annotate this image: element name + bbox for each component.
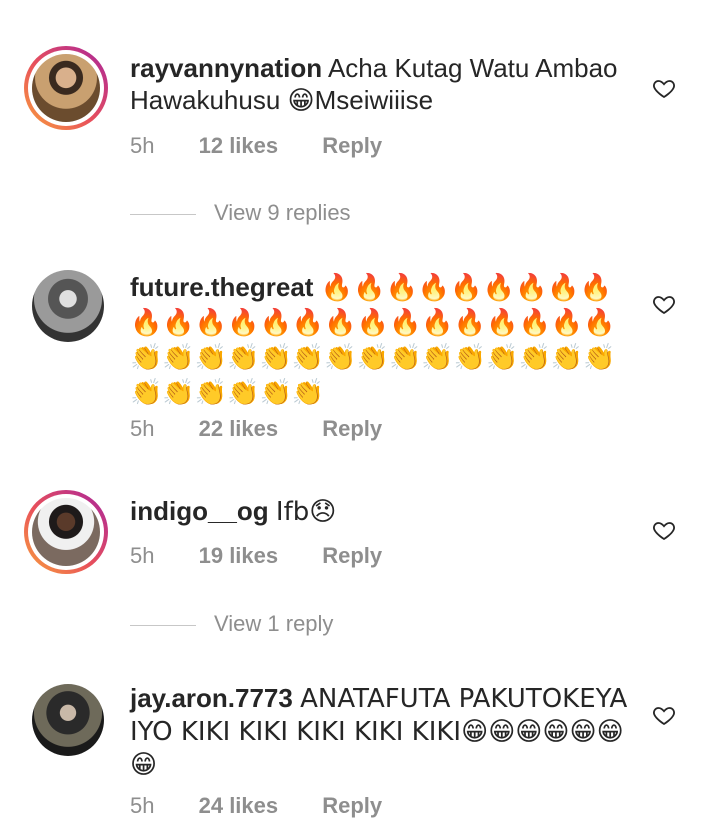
heart-icon[interactable] [652, 518, 676, 542]
like-count[interactable]: 19 likes [199, 543, 279, 569]
comment-meta: 5h 12 likes Reply [130, 133, 382, 159]
replies-divider [130, 624, 196, 626]
avatar[interactable] [32, 270, 104, 342]
avatar[interactable] [32, 684, 104, 756]
view-replies-label: View 1 reply [214, 611, 334, 636]
reply-button[interactable]: Reply [322, 133, 382, 159]
comment-body: Ifb😞 [275, 497, 337, 527]
comment-meta: 5h 19 likes Reply [130, 543, 382, 569]
comment-text: rayvannynation Acha Kutag Watu Ambao Haw… [130, 52, 640, 116]
like-count[interactable]: 24 likes [199, 793, 279, 819]
comment-meta: 5h 22 likes Reply [130, 416, 382, 442]
comment-text: jay.aron.7773 ANATAFUTA PAKUTOKEYA IYO K… [130, 682, 640, 781]
reply-button[interactable]: Reply [322, 416, 382, 442]
view-replies-button[interactable]: View 1 reply [130, 611, 333, 637]
comment-time: 5h [130, 543, 155, 568]
comment-time: 5h [130, 793, 155, 818]
replies-divider [130, 213, 196, 215]
comment-username[interactable]: jay.aron.7773 [130, 683, 293, 713]
reply-button[interactable]: Reply [322, 543, 382, 569]
view-replies-label: View 9 replies [214, 200, 351, 225]
avatar[interactable] [24, 46, 108, 130]
comment-username[interactable]: rayvannynation [130, 53, 322, 83]
comment-text: indigo__og Ifb😞 [130, 495, 640, 528]
view-replies-button[interactable]: View 9 replies [130, 200, 351, 226]
comment-meta: 5h 24 likes Reply [130, 793, 382, 819]
comment-username[interactable]: future.thegreat [130, 272, 313, 302]
heart-icon[interactable] [652, 76, 676, 100]
comment-time: 5h [130, 133, 155, 158]
heart-icon[interactable] [652, 292, 676, 316]
like-count[interactable]: 12 likes [199, 133, 279, 159]
avatar[interactable] [24, 490, 108, 574]
heart-icon[interactable] [652, 703, 676, 727]
comment-username[interactable]: indigo__og [130, 496, 269, 526]
like-count[interactable]: 22 likes [199, 416, 279, 442]
comment-text: future.thegreat 🔥🔥🔥🔥🔥🔥🔥🔥🔥🔥🔥🔥🔥🔥🔥🔥🔥🔥🔥🔥🔥🔥🔥🔥… [130, 270, 640, 410]
reply-button[interactable]: Reply [322, 793, 382, 819]
comment-time: 5h [130, 416, 155, 441]
